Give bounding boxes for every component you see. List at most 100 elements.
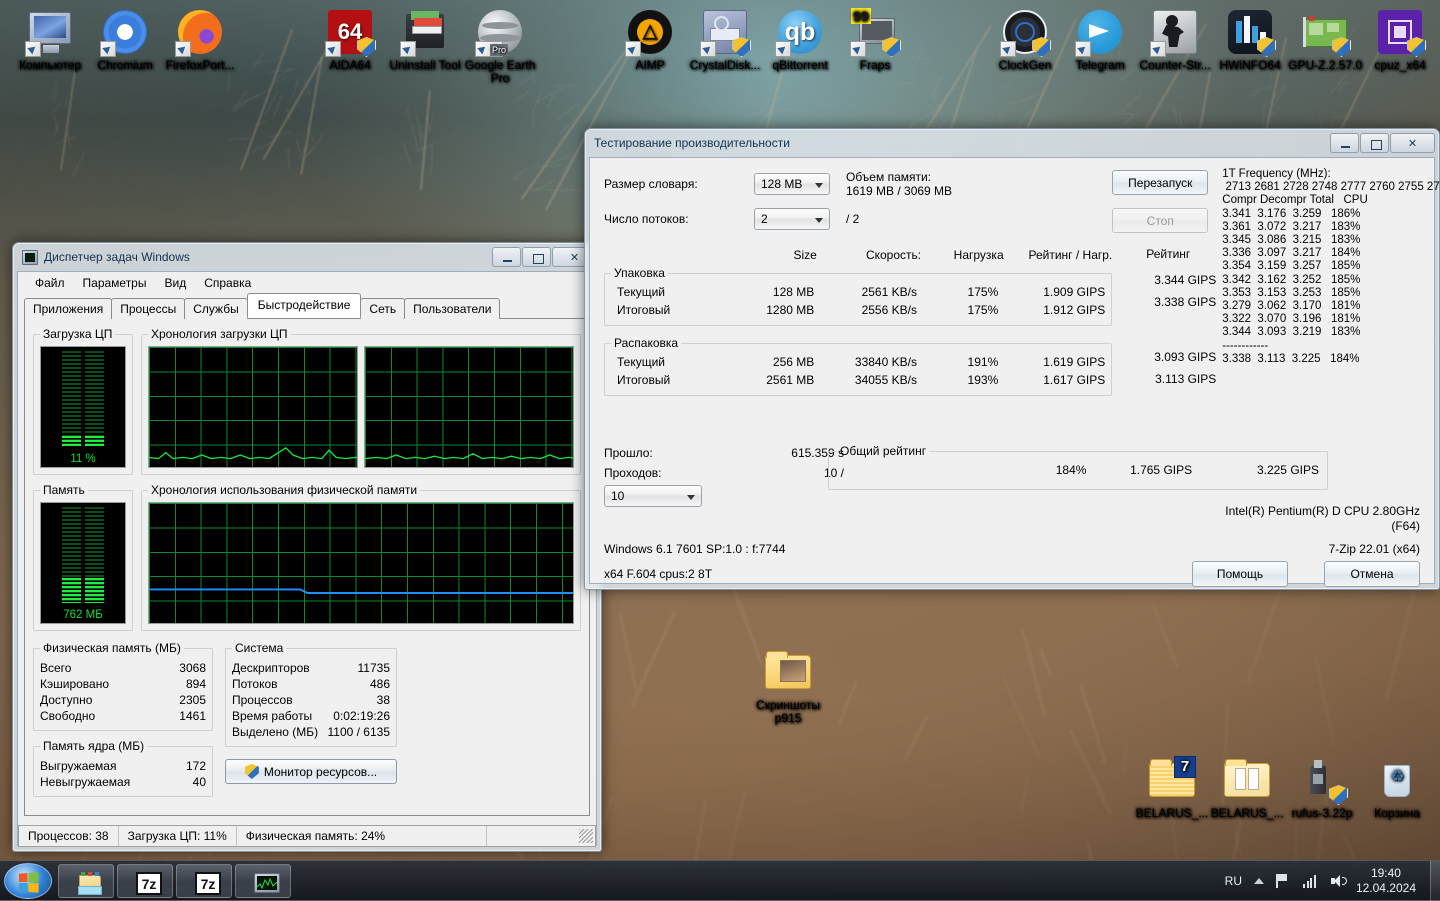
desktop-icon-telegram-icon[interactable]: Telegram [1057,8,1143,72]
task-manager-tabstrip[interactable]: Приложения Процессы Службы Быстродействие Се… [24,297,590,319]
recycle-bin-icon: ♻ [1373,756,1421,804]
tab-2[interactable]: Службы [184,298,247,319]
resource-monitor-button[interactable]: Монитор ресурсов... [225,759,397,784]
clock-date: 12.04.2024 [1356,881,1416,896]
menu-item-0[interactable]: Файл [26,274,74,292]
desktop-icon-computer-icon[interactable]: Компьютер [7,8,93,72]
log-row: 3.344 3.093 3.219 183% [1222,326,1422,339]
uninstall-tool-icon [401,8,449,56]
counter-strike-icon [1151,8,1199,56]
desktop-icon-uninstall-tool-icon[interactable]: Uninstall Tool [382,8,468,72]
show-hidden-icons-chevron-icon[interactable] [1254,878,1264,884]
status-cpu: Загрузка ЦП: 11% [119,826,236,846]
tab-1[interactable]: Процессы [111,298,185,319]
windows-logo-icon [19,872,39,893]
desktop-icon-archive-7z-icon[interactable]: 7 BELARUS_... [1129,756,1215,820]
stat-value: 40 [176,774,206,790]
resize-grip[interactable] [579,829,593,843]
desktop-icon-clockgen-icon[interactable]: ClockGen [982,8,1068,72]
desktop-icon-aimp-icon[interactable]: △ AIMP [607,8,693,72]
desktop-icon-recycle-bin-icon[interactable]: ♻ Корзина [1354,756,1440,820]
memory-history-trace [149,503,574,623]
log-row: 3.361 3.072 3.217 183% [1222,221,1422,234]
stat-row: Всего 3068 [40,660,206,676]
desktop-icon-folder-icon[interactable]: BELARUS_... [1204,756,1290,820]
task-manager-window[interactable]: Диспетчер задач Windows ✕ Файл Параметры В… [12,242,602,852]
benchmark-minimize-button[interactable] [1330,133,1359,153]
stat-label: Доступно [40,692,160,708]
cancel-button[interactable]: Отмена [1324,561,1420,587]
log-row: 3.354 3.159 3.257 185% [1222,260,1422,273]
desktop-icon-label: ClockGen [982,59,1068,72]
tab-4[interactable]: Сеть [360,298,405,319]
decompress-legend: Распаковка [611,336,681,350]
passes-label: Проходов: [604,466,754,480]
task-manager-window-buttons[interactable]: ✕ [492,247,597,267]
minimize-button[interactable] [492,247,521,267]
explorer-taskbar-button[interactable] [58,864,114,898]
volume-bars-icon[interactable] [1303,874,1319,888]
desktop-icon-folder-pictures-icon[interactable]: Скриншоты p915 [745,648,831,724]
task-manager-icon [22,250,38,265]
benchmark-dialog[interactable]: Тестирование производительности ✕ Размер… [584,128,1440,590]
stat-label: Кэшировано [40,676,160,692]
col-usage: Нагрузка [921,246,1004,264]
stat-row: Выделено (МБ) 1100 / 6135 [232,724,390,740]
stat-label: Время работы [232,708,324,724]
total-rpu: 1.765 GIPS [1086,461,1192,479]
tab-0[interactable]: Приложения [24,298,112,319]
clock[interactable]: 19:40 12.04.2024 [1356,861,1416,901]
show-desktop-button[interactable] [1430,861,1440,901]
desktop-icon-hwinfo-icon[interactable]: HWiNFO64 [1207,8,1293,72]
language-indicator[interactable]: RU [1225,874,1242,888]
desktop-icon-label: Корзина [1354,807,1440,820]
compress-table: Текущий 128 MB 2561 KB/s 175% 1.909 GIPS… [611,283,1105,319]
system-legend: Система [232,641,286,655]
tab-3[interactable]: Быстродействие [247,293,362,318]
desktop-icon-gpuz-icon[interactable]: GPU-Z.2.57.0 [1282,8,1368,72]
dictionary-size-select[interactable]: 128 MB [754,173,830,195]
system-table: Дескрипторов 11735 Потоков 486 Процессов… [232,660,390,740]
total-usage: 184% [1006,461,1086,479]
desktop-icon-fraps-icon[interactable]: 99 Fraps [832,8,918,72]
taskbar-buttons[interactable]: 7z 7z [58,864,291,898]
threads-select[interactable]: 2 [754,208,830,230]
network-icon[interactable] [1276,874,1291,888]
desktop-icon-counter-strike-icon[interactable]: Counter-Str... [1132,8,1218,72]
benchmark-log: 1T Frequency (MHz): 2713 2681 2728 2748 … [1222,168,1422,366]
benchmark-window-buttons[interactable]: ✕ [1330,133,1435,153]
gpuz-icon [1301,8,1349,56]
passes-select[interactable]: 10 [604,485,702,507]
cpu-usage-group: Загрузка ЦП 11 % [33,327,133,475]
desktop-icon-aida64-icon[interactable]: 64 AIDA64 [307,8,393,72]
desktop-icon-chromium-icon[interactable]: Chromium [82,8,168,72]
start-button[interactable] [4,863,52,899]
total-rating: 3.225 GIPS [1192,461,1319,479]
benchmark-maximize-button[interactable] [1360,133,1389,153]
desktop-icon-usb-drive-icon[interactable]: rufus-3.22p [1279,756,1365,820]
row-size: 256 MB [722,353,814,371]
stat-row: Время работы 0:02:19:26 [232,708,390,724]
menu-item-2[interactable]: Вид [155,274,195,292]
cpu-usage-meter: 11 % [40,346,126,468]
row-rpu: 1.617 GIPS [998,371,1105,389]
help-button[interactable]: Помощь [1192,561,1288,587]
desktop-icon-google-earth-icon[interactable]: Pro Google Earth Pro [457,8,543,84]
desktop-icon-crystaldisk-icon[interactable]: CrystalDisk... [682,8,768,72]
desktop-icon-cpuz-icon[interactable]: cpuz_x64 [1357,8,1440,72]
restart-button[interactable]: Перезапуск [1112,170,1208,195]
col-size: Size [723,246,816,264]
desktop-icon-firefox-icon[interactable]: FirefoxPort... [157,8,243,72]
menu-item-1[interactable]: Параметры [74,274,156,292]
task-manager-menubar[interactable]: Файл Параметры Вид Справка [18,272,596,294]
maximize-button[interactable] [522,247,551,267]
tab-5[interactable]: Пользователи [404,298,500,319]
system-tray[interactable]: RU [1225,861,1348,901]
taskmanager-taskbar-button[interactable] [235,864,291,898]
sevenzip-taskbar-button-1[interactable]: 7z [117,864,173,898]
menu-item-3[interactable]: Справка [195,274,260,292]
sevenzip-taskbar-button-2[interactable]: 7z [176,864,232,898]
desktop-icon-qbittorrent-icon[interactable]: qb qBittorrent [757,8,843,72]
speaker-icon[interactable] [1331,874,1348,888]
benchmark-close-button[interactable]: ✕ [1390,133,1435,153]
